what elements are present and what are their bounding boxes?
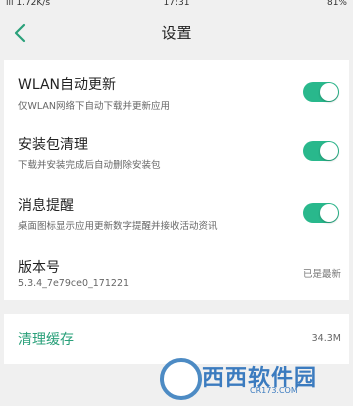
setting-description: 下载并安装完成后自动删除安装包 xyxy=(18,160,161,171)
setting-description: 桌面图标显示应用更新数字提醒并接收活动资讯 xyxy=(18,221,218,232)
status-bar: ill 1.72K/s 17:31 81% xyxy=(0,0,353,10)
settings-card: WLAN自动更新 仅WLAN网络下自动下载并更新应用 安装包清理 下载并安装完成… xyxy=(4,60,349,300)
setting-label: 消息提醒 xyxy=(18,198,74,214)
version-label: 版本号 xyxy=(18,260,60,276)
setting-wlan-auto-update: WLAN自动更新 仅WLAN网络下自动下载并更新应用 xyxy=(4,60,349,120)
cache-size: 34.3M xyxy=(311,333,341,344)
toggle-knob xyxy=(320,83,338,101)
battery-level: 81% xyxy=(326,0,347,8)
setting-label: 安装包清理 xyxy=(18,137,88,153)
version-row: 版本号 5.3.4_7e79ce0_171221 已是最新 xyxy=(4,246,349,300)
wlan-auto-update-toggle[interactable] xyxy=(303,82,339,102)
setting-label: WLAN自动更新 xyxy=(18,77,117,93)
setting-description: 仅WLAN网络下自动下载并更新应用 xyxy=(18,101,171,112)
version-value: 5.3.4_7e79ce0_171221 xyxy=(18,278,130,289)
update-status: 已是最新 xyxy=(302,269,341,280)
setting-package-cleanup: 安装包清理 下载并安装完成后自动删除安装包 xyxy=(4,122,349,182)
toggle-knob xyxy=(320,204,338,222)
watermark-url: CR173.COM xyxy=(250,386,298,395)
watermark-logo: 西西软件园 CR173.COM xyxy=(160,356,350,404)
toggle-knob xyxy=(320,142,338,160)
package-cleanup-toggle[interactable] xyxy=(303,141,339,161)
watermark-circle xyxy=(160,358,202,400)
page-title: 设置 xyxy=(161,24,192,42)
setting-message-reminder: 消息提醒 桌面图标显示应用更新数字提醒并接收活动资讯 xyxy=(4,184,349,244)
message-reminder-toggle[interactable] xyxy=(303,203,339,223)
clear-cache-button[interactable]: 清理缓存 xyxy=(18,329,74,349)
nav-bar: 设置 xyxy=(0,10,353,56)
clock: 17:31 xyxy=(163,0,190,8)
